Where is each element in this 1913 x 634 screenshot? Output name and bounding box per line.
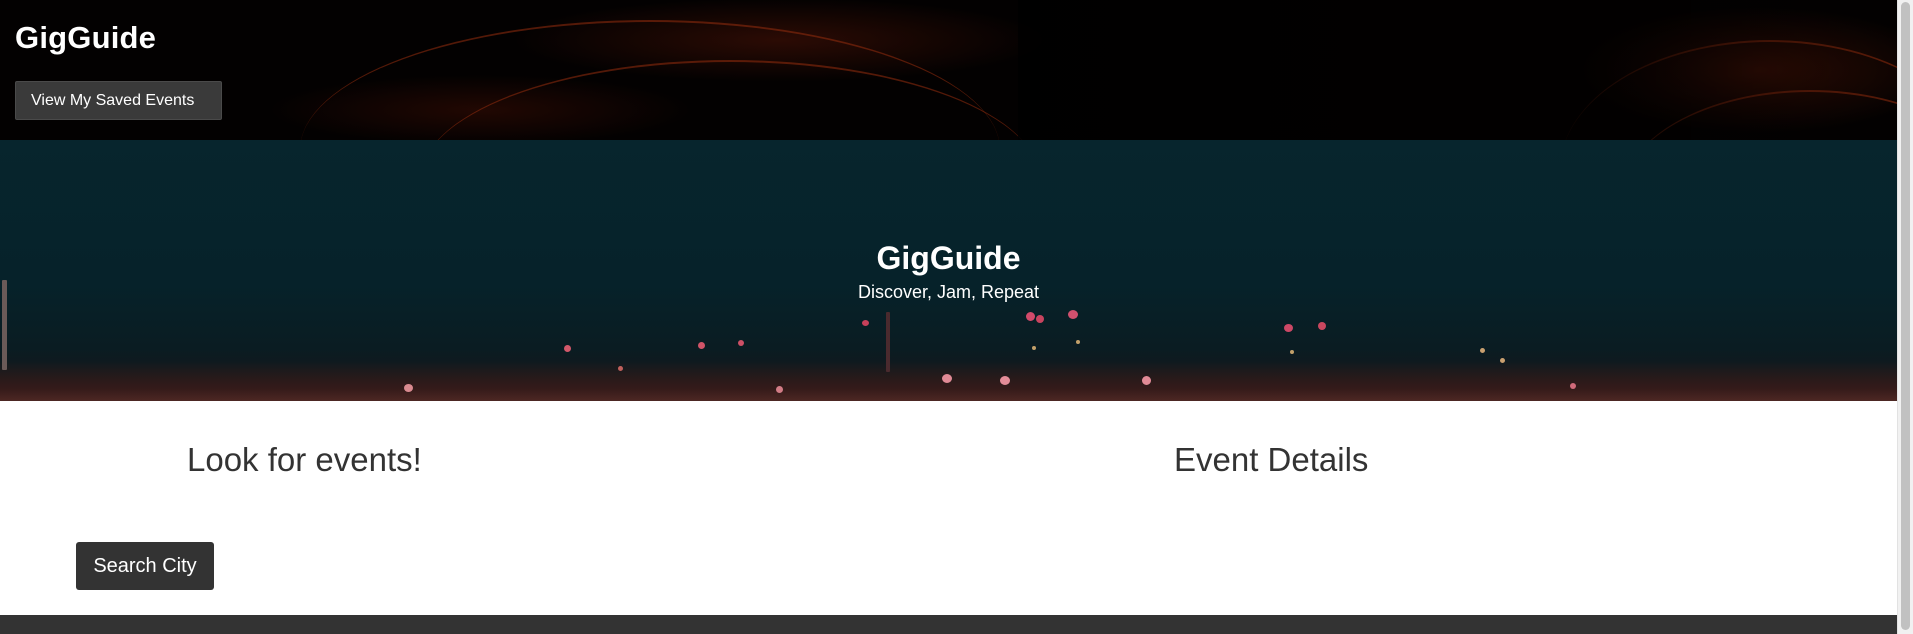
city-light [862, 320, 869, 326]
city-light [1000, 376, 1010, 385]
city-light [1480, 348, 1485, 353]
vertical-scrollbar[interactable] [1897, 0, 1913, 634]
top-header: GigGuide View My Saved Events [0, 0, 1897, 140]
city-light [404, 384, 413, 392]
city-light [942, 374, 952, 383]
city-light [698, 342, 705, 349]
scrollbar-thumb[interactable] [1901, 2, 1910, 630]
city-light [1068, 310, 1078, 319]
hero-tagline: Discover, Jam, Repeat [857, 282, 1040, 302]
city-light [1570, 383, 1576, 389]
city-light [738, 340, 744, 346]
city-light [1290, 350, 1294, 354]
event-details-heading: Event Details [1174, 441, 1369, 478]
city-light [1500, 358, 1505, 363]
search-section-heading: Look for events! [187, 441, 422, 478]
header-background-dark-panel [1018, 0, 1897, 140]
hero-banner: GigGuide Discover, Jam, Repeat [0, 140, 1897, 401]
hero-title: GigGuide [876, 240, 1021, 276]
city-light [1076, 340, 1080, 344]
city-light [1284, 324, 1293, 332]
city-light [776, 386, 783, 393]
city-light [564, 345, 571, 352]
city-light [618, 366, 623, 371]
city-light [1026, 312, 1035, 321]
city-light [1318, 322, 1326, 330]
search-city-button[interactable]: Search City [76, 542, 214, 590]
brand-title: GigGuide [15, 20, 157, 55]
city-light [1036, 315, 1044, 323]
city-light [1142, 376, 1151, 385]
page-footer [0, 615, 1897, 634]
view-saved-events-button[interactable]: View My Saved Events [15, 81, 222, 120]
page: GigGuide View My Saved Events GigGuide D… [0, 0, 1897, 634]
city-light [886, 312, 890, 372]
city-light [1032, 346, 1036, 350]
